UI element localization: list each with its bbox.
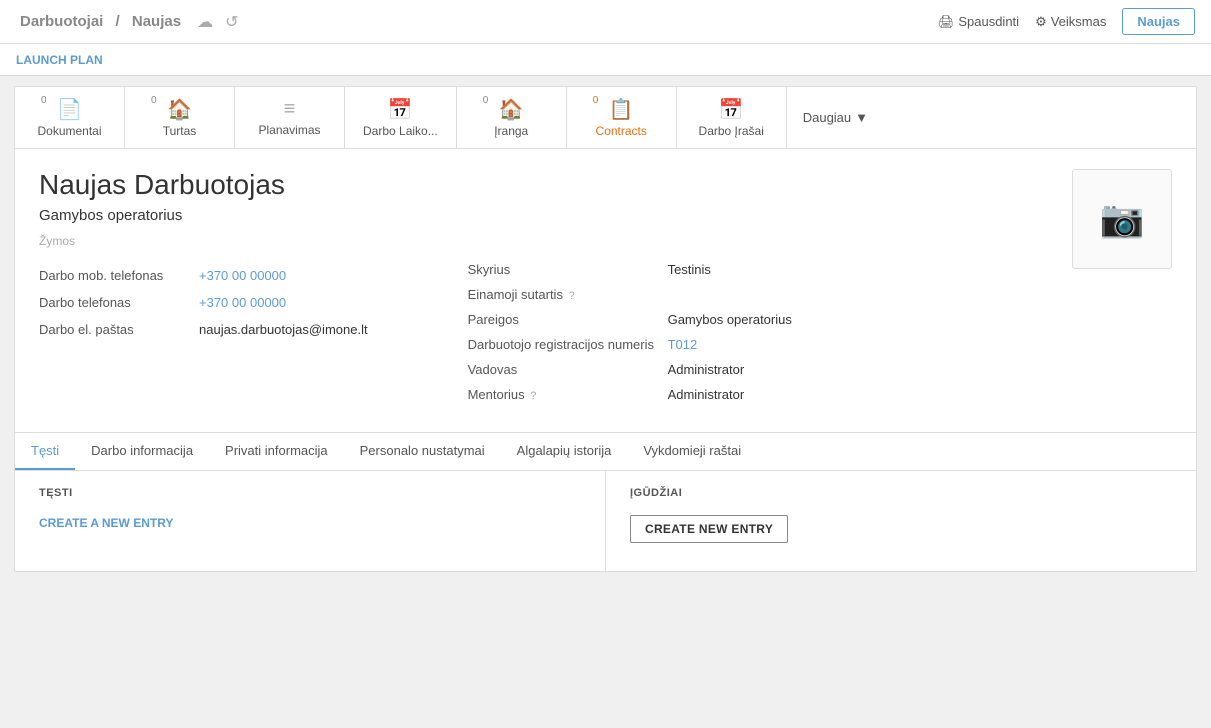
contracts-icon: 📋 (609, 97, 634, 122)
mobile-value[interactable]: +370 00 00000 (199, 268, 286, 283)
action-button[interactable]: ⚙ Veiksmas (1035, 14, 1106, 30)
tab-dokumentai[interactable]: 0 📄 Dokumentai (15, 87, 125, 148)
department-value: Testinis (668, 262, 711, 277)
sub-tabs: Tęsti Darbo informacija Privati informac… (15, 432, 1196, 471)
tab-dokumentai-count: 0 (41, 95, 47, 106)
testi-create-entry[interactable]: CREATE A NEW ENTRY (39, 516, 173, 530)
top-bar: Darbuotojai / Naujas ☁ ↺ 🖨 Spausdinti ⚙ … (0, 0, 1211, 44)
tab-planavimas[interactable]: ≡ Planavimas (235, 87, 345, 148)
tab-darbo-irasai[interactable]: 📅 Darbo Įrašai (677, 87, 787, 148)
manager-label: Vadovas (468, 362, 668, 377)
tab-turtas-count: 0 (151, 95, 157, 106)
cloud-icon[interactable]: ☁ (197, 12, 213, 32)
tab-iranga-count: 0 (483, 95, 489, 106)
main-wrapper: 0 📄 Dokumentai 0 🏠 Turtas ≡ Planavimas 📅… (0, 76, 1211, 582)
employee-area: Naujas Darbuotojas Gamybos operatorius Ž… (15, 149, 1196, 432)
mentor-label: Mentorius ? (468, 387, 668, 402)
content-card: 0 📄 Dokumentai 0 🏠 Turtas ≡ Planavimas 📅… (14, 86, 1197, 572)
chevron-down-icon: ▼ (855, 110, 868, 125)
email-field-row: Darbo el. paštas naujas.darbuotojas@imon… (39, 316, 368, 343)
manager-value: Administrator (668, 362, 745, 377)
right-fields: Skyrius Testinis Einamoji sutartis ? Par… (428, 262, 792, 412)
new-button[interactable]: Naujas (1122, 8, 1195, 35)
iranga-icon: 🏠 (499, 97, 524, 122)
manager-row: Vadovas Administrator (468, 362, 792, 377)
sub-tab-vykdomieji[interactable]: Vykdomieji raštai (627, 433, 757, 470)
top-bar-right: 🖨 Spausdinti ⚙ Veiksmas Naujas (938, 8, 1195, 35)
phone-label: Darbo telefonas (39, 295, 199, 310)
tab-darbo-laiko[interactable]: 📅 Darbo Laiko... (345, 87, 457, 148)
tab-planavimas-label: Planavimas (258, 123, 320, 137)
mentor-value: Administrator (668, 387, 745, 402)
launch-plan-link[interactable]: LAUNCH PLAN (16, 53, 103, 67)
mentor-help-icon[interactable]: ? (530, 390, 536, 402)
position-label: Pareigos (468, 312, 668, 327)
sub-tab-personalo[interactable]: Personalo nustatymai (344, 433, 501, 470)
phone-value[interactable]: +370 00 00000 (199, 295, 286, 310)
contract-row: Einamoji sutartis ? (468, 287, 792, 302)
calendar-icon: 📅 (388, 97, 413, 122)
turtas-icon: 🏠 (167, 97, 192, 122)
testi-section: TĘSTI CREATE A NEW ENTRY (15, 471, 606, 571)
refresh-icon[interactable]: ↺ (225, 12, 238, 32)
tab-dokumentai-label: Dokumentai (37, 124, 101, 138)
tab-iranga[interactable]: 0 🏠 Įranga (457, 87, 567, 148)
contract-help-icon[interactable]: ? (569, 290, 575, 302)
testi-section-title: TĘSTI (39, 487, 581, 499)
launch-bar: LAUNCH PLAN (0, 44, 1211, 76)
tab-turtas-label: Turtas (163, 124, 197, 138)
tab-darbo-laiko-label: Darbo Laiko... (363, 124, 438, 138)
printer-icon: 🖨 (938, 14, 955, 30)
position-value: Gamybos operatorius (668, 312, 792, 327)
igūdziai-create-entry[interactable]: CREATE NEW ENTRY (630, 515, 788, 543)
tab-darbo-irasai-label: Darbo Įrašai (699, 124, 764, 138)
gear-icon: ⚙ (1035, 14, 1047, 30)
mobile-field-row: Darbo mob. telefonas +370 00 00000 (39, 262, 368, 289)
tab-contracts-count: 0 (593, 95, 599, 106)
camera-icon: 📷 (1100, 198, 1145, 240)
tab-turtas[interactable]: 0 🏠 Turtas (125, 87, 235, 148)
igūdziai-section-title: ĮGŪDŽIAI (630, 487, 1172, 499)
document-icon: 📄 (57, 97, 82, 122)
info-columns: Darbo mob. telefonas +370 00 00000 Darbo… (39, 262, 1052, 412)
daugiau-label: Daugiau (803, 110, 851, 125)
email-value[interactable]: naujas.darbuotojas@imone.lt (199, 322, 368, 337)
sub-tab-privati[interactable]: Privati informacija (209, 433, 344, 470)
employee-info: Naujas Darbuotojas Gamybos operatorius Ž… (39, 169, 1052, 412)
top-bar-left: Darbuotojai / Naujas ☁ ↺ (16, 12, 238, 32)
sub-tab-testi[interactable]: Tęsti (15, 433, 75, 470)
employee-role: Gamybos operatorius (39, 207, 1052, 224)
department-row: Skyrius Testinis (468, 262, 792, 277)
position-row: Pareigos Gamybos operatorius (468, 312, 792, 327)
darbo-irasai-icon: 📅 (719, 97, 744, 122)
reg-number-label: Darbuotojo registracijos numeris (468, 337, 668, 352)
tab-iranga-label: Įranga (494, 124, 528, 138)
breadcrumb-separator: / (116, 13, 120, 30)
sub-tab-algalapiu[interactable]: Algalapių istorija (501, 433, 628, 470)
bottom-sections: TĘSTI CREATE A NEW ENTRY ĮGŪDŽIAI CREATE… (15, 471, 1196, 571)
tab-contracts-label: Contracts (596, 124, 647, 138)
tab-contracts[interactable]: 0 📋 Contracts (567, 87, 677, 148)
email-label: Darbo el. paštas (39, 322, 199, 337)
igūdziai-section: ĮGŪDŽIAI CREATE NEW ENTRY (606, 471, 1196, 571)
tags-label: Žymos (39, 234, 1052, 248)
print-button[interactable]: 🖨 Spausdinti (938, 14, 1019, 30)
mobile-label: Darbo mob. telefonas (39, 268, 199, 283)
reg-number-value[interactable]: T012 (668, 337, 698, 352)
department-label: Skyrius (468, 262, 668, 277)
employee-name: Naujas Darbuotojas (39, 169, 1052, 201)
sub-tab-darbo-info[interactable]: Darbo informacija (75, 433, 209, 470)
breadcrumb-part1[interactable]: Darbuotojai (20, 13, 103, 30)
contract-label: Einamoji sutartis ? (468, 287, 668, 302)
left-fields: Darbo mob. telefonas +370 00 00000 Darbo… (39, 262, 368, 412)
reg-number-row: Darbuotojo registracijos numeris T012 (468, 337, 792, 352)
phone-field-row: Darbo telefonas +370 00 00000 (39, 289, 368, 316)
breadcrumb: Darbuotojai / Naujas (16, 13, 185, 30)
breadcrumb-part2: Naujas (132, 13, 181, 30)
mentor-row: Mentorius ? Administrator (468, 387, 792, 402)
photo-upload[interactable]: 📷 (1072, 169, 1172, 269)
planavimas-icon: ≡ (284, 98, 296, 121)
tab-daugiau[interactable]: Daugiau ▼ (787, 87, 884, 148)
tabs-row: 0 📄 Dokumentai 0 🏠 Turtas ≡ Planavimas 📅… (15, 87, 1196, 149)
